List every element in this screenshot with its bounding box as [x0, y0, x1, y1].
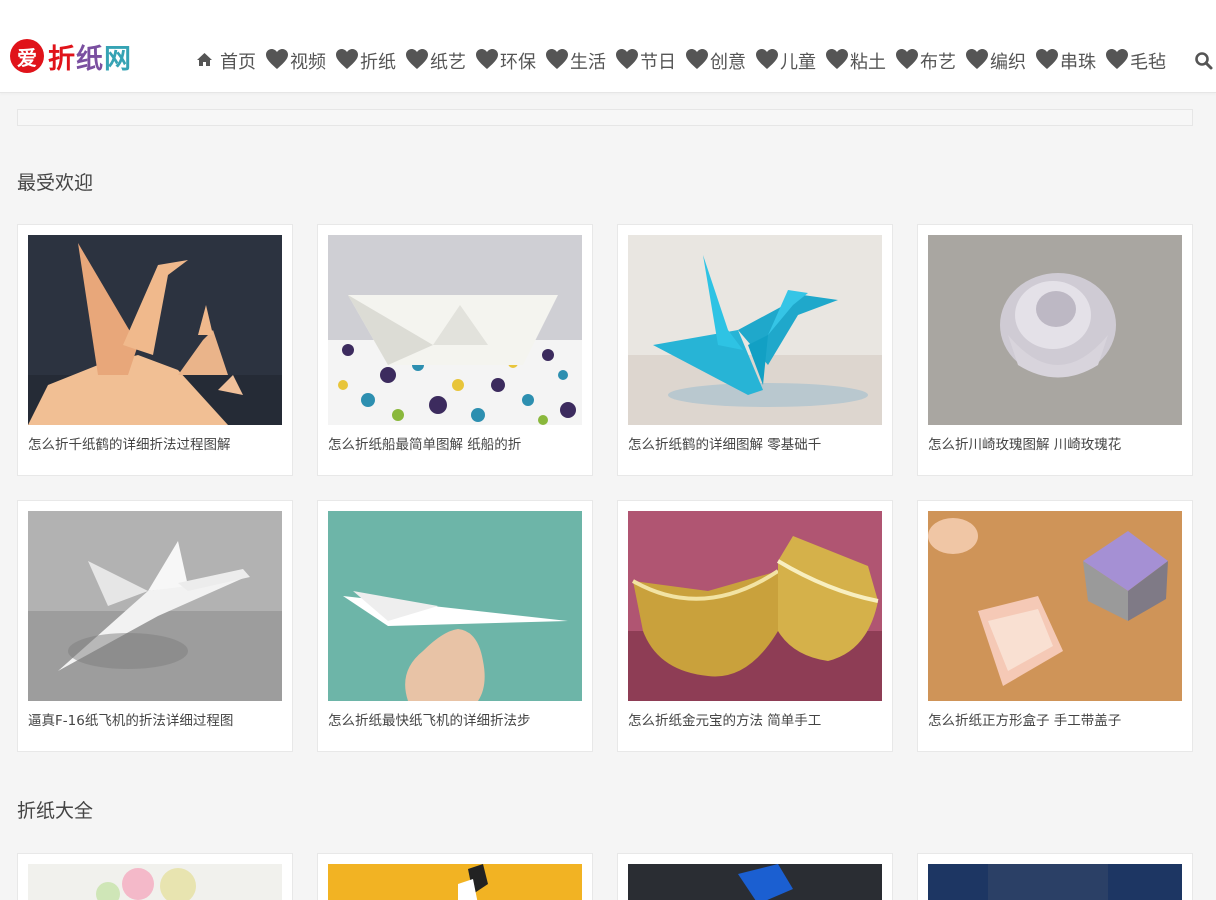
- card-caption[interactable]: 怎么折纸金元宝的方法 简单手工: [628, 709, 884, 729]
- article-card[interactable]: 怎么折纸最快纸飞机的详细折法步: [317, 500, 593, 752]
- nav-item-5[interactable]: 生活: [545, 48, 606, 75]
- heart-icon: [405, 48, 429, 75]
- nav-label: 布艺: [920, 52, 956, 73]
- nav-label: 编织: [990, 52, 1026, 73]
- thumbnail-image[interactable]: [628, 235, 882, 425]
- banner-strip: [17, 109, 1193, 126]
- thumbnail-image[interactable]: [628, 511, 882, 701]
- nav-item-9[interactable]: 粘土: [825, 48, 886, 75]
- thumbnail-image[interactable]: [328, 511, 582, 701]
- nav-item-11[interactable]: 编织: [965, 48, 1026, 75]
- nav-item-13[interactable]: 毛毡: [1105, 48, 1166, 75]
- logo-char-3: 网: [104, 43, 132, 75]
- site-header: 爱 折纸网 首页 视频 折纸 纸艺 环保 生活 节日 创意 儿童 粘土 布艺 编织 串珠 毛毡: [0, 0, 1216, 93]
- nav-item-3[interactable]: 纸艺: [405, 48, 466, 75]
- heart-icon: [685, 48, 709, 75]
- thumbnail-image[interactable]: [928, 511, 1182, 701]
- article-card[interactable]: 怎么折千纸鹤的详细折法过程图解: [17, 224, 293, 476]
- nav-label: 首页: [220, 52, 256, 73]
- heart-icon: [755, 48, 779, 75]
- thumbnail-image[interactable]: [328, 864, 582, 900]
- nav-label: 创意: [710, 52, 746, 73]
- article-card[interactable]: [917, 853, 1193, 900]
- article-card[interactable]: [17, 853, 293, 900]
- card-caption[interactable]: 怎么折千纸鹤的详细折法过程图解: [28, 433, 284, 453]
- logo-badge: 爱: [10, 39, 44, 73]
- logo-char-2: 纸: [76, 43, 104, 75]
- home-icon: [196, 51, 213, 72]
- nav-label: 折纸: [360, 52, 396, 73]
- article-card[interactable]: 怎么折纸正方形盒子 手工带盖子: [917, 500, 1193, 752]
- search-icon[interactable]: [1194, 51, 1214, 71]
- heart-icon: [335, 48, 359, 75]
- thumbnail-image[interactable]: [28, 235, 282, 425]
- section-title-popular: 最受欢迎: [17, 172, 94, 194]
- heart-icon: [615, 48, 639, 75]
- heart-icon: [895, 48, 919, 75]
- nav-item-1[interactable]: 视频: [265, 48, 326, 75]
- article-card[interactable]: [617, 853, 893, 900]
- logo-char-1: 折: [48, 43, 76, 75]
- card-caption[interactable]: 怎么折川崎玫瑰图解 川崎玫瑰花: [928, 433, 1184, 453]
- article-card[interactable]: 怎么折纸金元宝的方法 简单手工: [617, 500, 893, 752]
- thumbnail-image[interactable]: [628, 864, 882, 900]
- section-title-origami: 折纸大全: [17, 800, 94, 822]
- site-logo[interactable]: 爱 折纸网: [10, 37, 132, 76]
- nav-label: 毛毡: [1130, 52, 1166, 73]
- article-card[interactable]: 怎么折纸鹤的详细图解 零基础千: [617, 224, 893, 476]
- card-caption[interactable]: 怎么折纸鹤的详细图解 零基础千: [628, 433, 884, 453]
- nav-item-0[interactable]: 首页: [196, 48, 256, 74]
- article-card[interactable]: 逼真F-16纸飞机的折法详细过程图: [17, 500, 293, 752]
- nav-label: 视频: [290, 52, 326, 73]
- heart-icon: [1105, 48, 1129, 75]
- nav-item-8[interactable]: 儿童: [755, 48, 816, 75]
- nav-item-7[interactable]: 创意: [685, 48, 746, 75]
- nav-label: 环保: [500, 52, 536, 73]
- nav-label: 生活: [570, 52, 606, 73]
- article-card[interactable]: [317, 853, 593, 900]
- nav-item-12[interactable]: 串珠: [1035, 48, 1096, 75]
- nav-label: 儿童: [780, 52, 816, 73]
- heart-icon: [545, 48, 569, 75]
- heart-icon: [965, 48, 989, 75]
- thumbnail-image[interactable]: [28, 511, 282, 701]
- card-caption[interactable]: 怎么折纸船最简单图解 纸船的折: [328, 433, 584, 453]
- nav-label: 粘土: [850, 52, 886, 73]
- heart-icon: [265, 48, 289, 75]
- article-card[interactable]: 怎么折川崎玫瑰图解 川崎玫瑰花: [917, 224, 1193, 476]
- nav-item-2[interactable]: 折纸: [335, 48, 396, 75]
- thumbnail-image[interactable]: [928, 235, 1182, 425]
- heart-icon: [475, 48, 499, 75]
- heart-icon: [1035, 48, 1059, 75]
- nav-label: 纸艺: [430, 52, 466, 73]
- heart-icon: [825, 48, 849, 75]
- card-caption[interactable]: 怎么折纸正方形盒子 手工带盖子: [928, 709, 1184, 729]
- thumbnail-image[interactable]: [328, 235, 582, 425]
- nav-label: 串珠: [1060, 52, 1096, 73]
- nav-item-4[interactable]: 环保: [475, 48, 536, 75]
- thumbnail-image[interactable]: [28, 864, 282, 900]
- nav-label: 节日: [640, 52, 676, 73]
- logo-text: 折纸网: [48, 37, 132, 76]
- nav-item-10[interactable]: 布艺: [895, 48, 956, 75]
- thumbnail-image[interactable]: [928, 864, 1182, 900]
- article-card[interactable]: 怎么折纸船最简单图解 纸船的折: [317, 224, 593, 476]
- nav-item-6[interactable]: 节日: [615, 48, 676, 75]
- card-caption[interactable]: 逼真F-16纸飞机的折法详细过程图: [28, 709, 284, 729]
- card-caption[interactable]: 怎么折纸最快纸飞机的详细折法步: [328, 709, 584, 729]
- main-nav: 首页 视频 折纸 纸艺 环保 生活 节日 创意 儿童 粘土 布艺 编织 串珠 毛毡: [196, 48, 1175, 74]
